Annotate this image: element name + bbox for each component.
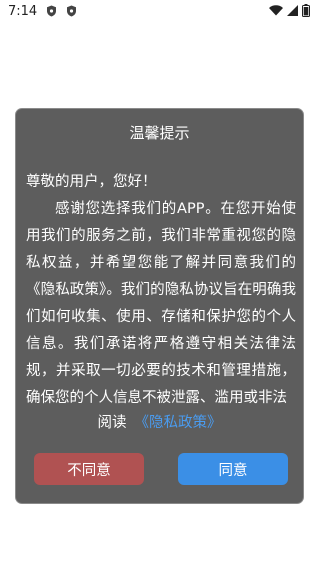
battery-icon	[302, 4, 310, 21]
signal-icon	[287, 5, 298, 20]
agree-button[interactable]: 同意	[178, 453, 288, 485]
privacy-policy-link[interactable]: 《隐私政策》	[135, 411, 222, 432]
dialog-body: 尊敬的用户，您好！ 感谢您选择我们的APP。在您开始使用我们的服务之前，我们非常…	[26, 169, 296, 412]
policy-paragraph: 感谢您选择我们的APP。在您开始使用我们的服务之前，我们非常重视您的隐私权益，并…	[26, 201, 296, 406]
disagree-button[interactable]: 不同意	[34, 453, 144, 485]
shield-icon	[65, 5, 77, 17]
shield-icon	[45, 5, 57, 17]
read-prefix: 阅读	[97, 414, 127, 431]
dialog-scroll-content[interactable]: 尊敬的用户，您好！ 感谢您选择我们的APP。在您开始使用我们的服务之前，我们非常…	[26, 169, 296, 441]
dialog-title: 温馨提示	[129, 123, 190, 142]
greeting-text: 尊敬的用户，您好！	[26, 174, 157, 190]
read-policy-line: 阅读 《隐私政策》	[16, 409, 303, 433]
status-bar: 7:14	[0, 0, 320, 22]
privacy-dialog: 温馨提示 尊敬的用户，您好！ 感谢您选择我们的APP。在您开始使用我们的服务之前…	[15, 108, 304, 504]
status-time: 7:14	[8, 3, 38, 19]
screen: 7:14 温馨提示 尊敬的用户，您好！ 感谢您选择我们的APP。在您开始使用我们…	[0, 0, 320, 574]
wifi-icon	[269, 5, 283, 20]
status-right	[269, 4, 310, 21]
